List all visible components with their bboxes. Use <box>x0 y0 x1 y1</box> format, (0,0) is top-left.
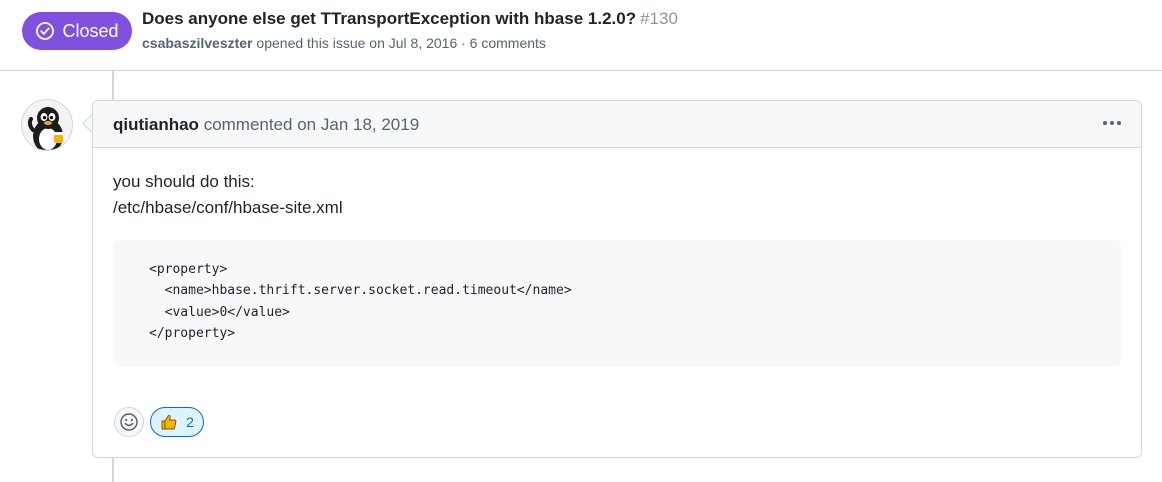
code-line: <name>hbase.thrift.server.socket.read.ti… <box>149 283 572 298</box>
comment-options-button[interactable] <box>1099 113 1125 133</box>
check-circle-icon <box>36 22 55 40</box>
issue-author-link[interactable]: csabaszilveszter <box>142 35 253 51</box>
reaction-count: 2 <box>186 414 194 430</box>
thumbs-up-reaction-button[interactable]: 2 <box>150 407 204 437</box>
smiley-icon <box>120 413 138 431</box>
issue-meta: csabaszilveszter opened this issue on Ju… <box>142 35 546 51</box>
issue-title-text: Does anyone else get TTransportException… <box>142 9 637 28</box>
thumbs-up-icon <box>161 414 177 430</box>
code-line: </property> <box>149 326 236 341</box>
kebab-dot <box>1110 121 1114 125</box>
penguin-avatar-icon <box>22 100 72 150</box>
issue-meta-text: opened this issue on Jul 8, 2016 · 6 com… <box>256 35 546 51</box>
issue-state-badge: Closed <box>22 12 132 50</box>
comment-header: qiutianhao commented on Jan 18, 2019 <box>93 101 1141 148</box>
comment-box: qiutianhao commented on Jan 18, 2019 you… <box>92 100 1142 458</box>
code-line: <value>0</value> <box>149 305 290 320</box>
kebab-dot <box>1103 121 1107 125</box>
comment-body-line: /etc/hbase/conf/hbase-site.xml <box>113 198 343 217</box>
issue-state-label: Closed <box>62 20 119 41</box>
comment-header-text: qiutianhao commented on Jan 18, 2019 <box>113 115 419 135</box>
add-reaction-button[interactable] <box>114 407 144 437</box>
comment-author-link[interactable]: qiutianhao <box>113 115 199 134</box>
issue-header: Closed Does anyone else get TTransportEx… <box>0 0 1162 71</box>
issue-title: Does anyone else get TTransportException… <box>142 9 678 29</box>
kebab-dot <box>1117 121 1121 125</box>
code-block: <property> <name>hbase.thrift.server.soc… <box>113 240 1121 366</box>
avatar[interactable] <box>21 99 73 151</box>
comment-timestamp[interactable]: commented on Jan 18, 2019 <box>204 115 419 134</box>
code-line: <property> <box>149 262 228 277</box>
issue-number: #130 <box>640 9 678 28</box>
comment-body-line: you should do this: <box>113 172 255 191</box>
